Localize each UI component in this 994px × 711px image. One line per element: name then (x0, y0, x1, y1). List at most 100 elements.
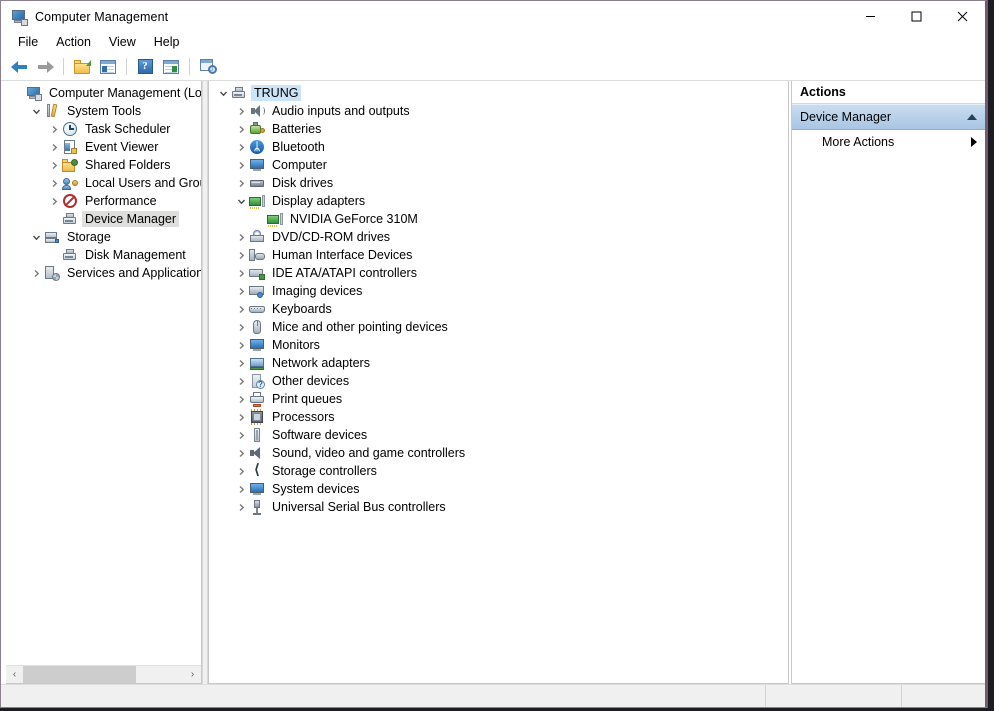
up-folder-button[interactable] (70, 55, 94, 78)
back-button[interactable] (7, 55, 31, 78)
chevron-right-icon[interactable] (233, 377, 249, 386)
console-tree-item-row[interactable]: Performance (6, 192, 201, 210)
keyboard-icon (249, 301, 265, 317)
device-tree-item-row[interactable]: Batteries (209, 120, 788, 138)
chevron-down-icon[interactable] (28, 107, 44, 116)
show-hide-tree-button[interactable] (96, 55, 120, 78)
device-tree-item-row[interactable]: Universal Serial Bus controllers (209, 498, 788, 516)
chevron-right-icon[interactable] (233, 287, 249, 296)
console-tree-item-row[interactable]: System Tools (6, 102, 201, 120)
console-tree-item-row[interactable]: Storage (6, 228, 201, 246)
device-tree-item-row[interactable]: Keyboards (209, 300, 788, 318)
chevron-down-icon[interactable] (233, 197, 249, 206)
close-button[interactable] (939, 1, 985, 32)
chevron-right-icon[interactable] (233, 413, 249, 422)
printer-icon (249, 391, 265, 407)
menu-help[interactable]: Help (145, 33, 189, 52)
device-tree-item-row[interactable]: ᛦ Bluetooth (209, 138, 788, 156)
device-tree-item-row[interactable]: Human Interface Devices (209, 246, 788, 264)
chevron-right-icon[interactable] (233, 467, 249, 476)
chevron-right-icon[interactable] (233, 269, 249, 278)
device-tree-item-label: Keyboards (272, 302, 332, 316)
device-tree-item-row[interactable]: NVIDIA GeForce 310M (209, 210, 788, 228)
device-manager-icon (231, 85, 247, 101)
chevron-right-icon[interactable] (46, 179, 62, 188)
chevron-right-icon[interactable] (233, 341, 249, 350)
console-tree-item-row[interactable]: Device Manager (6, 210, 201, 228)
forward-button[interactable] (33, 55, 57, 78)
device-tree-item-label: System devices (272, 482, 360, 496)
device-tree-item-row[interactable]: Monitors (209, 336, 788, 354)
menu-file[interactable]: File (9, 33, 47, 52)
console-tree-item-row[interactable]: Computer Management (Local (6, 84, 201, 102)
console-tree-hscrollbar[interactable]: ‹ › (6, 665, 201, 683)
device-tree-item-row[interactable]: Processors (209, 408, 788, 426)
chevron-right-icon[interactable] (233, 107, 249, 116)
hscroll-right-button[interactable]: › (184, 666, 201, 683)
chevron-down-icon[interactable] (28, 233, 44, 242)
menu-view[interactable]: View (100, 33, 145, 52)
show-hide-actions-button[interactable] (159, 55, 183, 78)
hscroll-left-button[interactable]: ‹ (6, 666, 23, 683)
hscroll-track[interactable] (23, 666, 184, 683)
device-tree-item-row[interactable]: Audio inputs and outputs (209, 102, 788, 120)
device-tree-item-row[interactable]: Mice and other pointing devices (209, 318, 788, 336)
device-tree-item-row[interactable]: IDE ATA/ATAPI controllers (209, 264, 788, 282)
device-tree-item-row[interactable]: Print queues (209, 390, 788, 408)
chevron-right-icon[interactable] (46, 161, 62, 170)
chevron-right-icon[interactable] (46, 125, 62, 134)
console-tree-item-row[interactable]: Local Users and Groups (6, 174, 201, 192)
help-button[interactable]: ? (133, 55, 157, 78)
console-tree-item-row[interactable]: Event Viewer (6, 138, 201, 156)
device-tree-item-row[interactable]: ⟨ Storage controllers (209, 462, 788, 480)
chevron-down-icon[interactable] (215, 89, 231, 98)
device-tree-item-row[interactable]: Disk drives (209, 174, 788, 192)
console-tree-item-row[interactable]: Shared Folders (6, 156, 201, 174)
export-list-button[interactable] (196, 55, 220, 78)
device-tree-item-row[interactable]: Sound, video and game controllers (209, 444, 788, 462)
actions-group-device-manager[interactable]: Device Manager (792, 104, 985, 130)
maximize-button[interactable] (893, 1, 939, 32)
device-tree-item-row[interactable]: TRUNG (209, 84, 788, 102)
console-tree[interactable]: Computer Management (Local System Tools Ta… (6, 81, 201, 665)
chevron-right-icon[interactable] (46, 197, 62, 206)
device-tree-item-row[interactable]: System devices (209, 480, 788, 498)
chevron-right-icon[interactable] (233, 503, 249, 512)
device-tree-item-row[interactable]: DVD/CD-ROM drives (209, 228, 788, 246)
menu-action[interactable]: Action (47, 33, 100, 52)
action-pane-icon (163, 59, 179, 74)
minimize-button[interactable] (847, 1, 893, 32)
chevron-right-icon[interactable] (233, 431, 249, 440)
device-tree-item-row[interactable]: ? Other devices (209, 372, 788, 390)
chevron-right-icon[interactable] (233, 251, 249, 260)
device-tree-item-row[interactable]: Network adapters (209, 354, 788, 372)
chevron-right-icon[interactable] (233, 161, 249, 170)
chevron-right-icon[interactable] (233, 359, 249, 368)
chevron-right-icon[interactable] (233, 305, 249, 314)
chevron-right-icon[interactable] (46, 143, 62, 152)
chevron-right-icon[interactable] (233, 143, 249, 152)
chevron-right-icon[interactable] (233, 323, 249, 332)
actions-item-more-actions[interactable]: More Actions (792, 130, 985, 154)
actions-pane: Actions Device Manager More Actions (791, 81, 985, 684)
console-tree-item-row[interactable]: Task Scheduler (6, 120, 201, 138)
chevron-right-icon[interactable] (233, 233, 249, 242)
device-manager-tree[interactable]: TRUNG Audio inputs and outputs Batteries ᛦ B… (208, 81, 789, 684)
console-tree-item-row[interactable]: Disk Management (6, 246, 201, 264)
title-bar: Computer Management (1, 1, 985, 32)
device-tree-item-row[interactable]: Display adapters (209, 192, 788, 210)
chevron-right-icon[interactable] (233, 449, 249, 458)
users-icon (62, 175, 78, 191)
triangle-up-icon[interactable] (967, 114, 977, 120)
hscroll-thumb[interactable] (23, 666, 136, 683)
chevron-right-icon[interactable] (233, 179, 249, 188)
device-tree-item-row[interactable]: Computer (209, 156, 788, 174)
console-tree-item-label: Shared Folders (85, 158, 171, 172)
chevron-right-icon[interactable] (233, 125, 249, 134)
console-tree-item-row[interactable]: Services and Applications (6, 264, 201, 282)
chevron-right-icon[interactable] (233, 485, 249, 494)
device-tree-item-row[interactable]: Imaging devices (209, 282, 788, 300)
chevron-right-icon[interactable] (28, 269, 44, 278)
device-tree-item-row[interactable]: Software devices (209, 426, 788, 444)
chevron-right-icon[interactable] (233, 395, 249, 404)
